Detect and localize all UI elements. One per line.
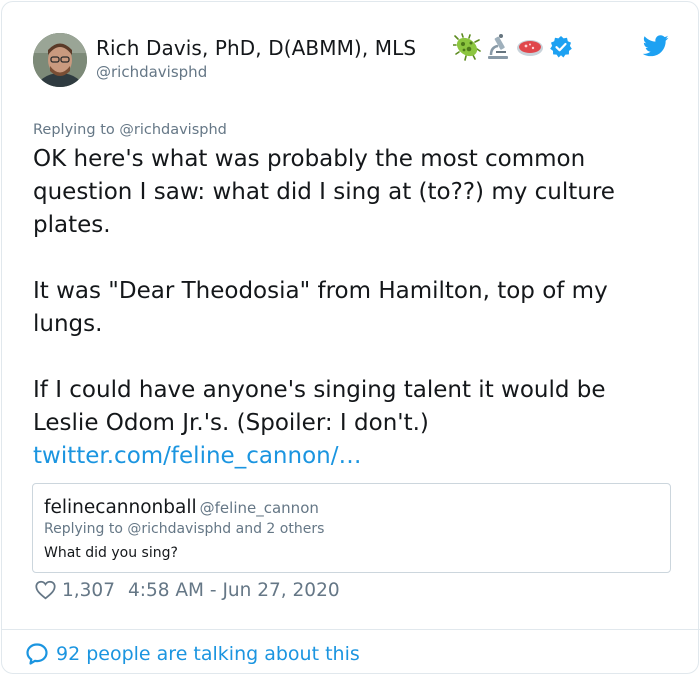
author-handle[interactable]: @richdavisphd [96,63,207,81]
tweet-card: Rich Davis, PhD, D(ABMM), MLS @richdavis… [1,1,700,674]
tweet-paragraph-2: It was "Dear Theodosia" from Hamilton, t… [33,278,608,337]
microbe-icon [453,33,481,61]
author-emojis [453,32,573,62]
tweet-text: OK here's what was probably the most com… [33,143,673,473]
talking-link[interactable]: 92 people are talking about this [25,641,360,667]
twitter-bird-icon[interactable] [643,35,669,57]
quoted-author: felinecannonball @feline_cannon [44,497,319,518]
talking-text[interactable]: 92 people are talking about this [56,643,360,665]
replying-to: Replying to @richdavisphd [33,122,227,138]
author-name[interactable]: Rich Davis, PhD, D(ABMM), MLS [96,36,416,60]
quoted-replying-to: Replying to @richdavisphd and 2 others [44,521,325,537]
quoted-author-name[interactable]: felinecannonball [44,497,197,518]
replying-to-handle-link[interactable]: @richdavisphd [119,122,227,138]
tweet-paragraph-3: If I could have anyone's singing talent … [33,374,673,473]
heart-icon[interactable] [35,580,56,600]
microscope-icon [488,34,508,59]
tweet-paragraph-3-text: If I could have anyone's singing talent … [33,377,606,436]
avatar[interactable] [33,33,87,87]
avatar-photo [33,33,87,87]
replying-prefix: Replying to [33,122,120,138]
quoted-author-handle[interactable]: @feline_cannon [200,499,319,517]
speech-bubble-icon [26,643,48,665]
quoted-tweet-link[interactable]: twitter.com/feline_cannon/… [33,443,361,469]
tweet-meta: 1,307 4:58 AM - Jun 27, 2020 [35,578,340,602]
footer-divider [2,629,700,630]
tweet-paragraph-1: OK here's what was probably the most com… [33,146,615,238]
tweet-timestamp[interactable]: 4:58 AM - Jun 27, 2020 [128,580,340,601]
petri-dish-icon [517,40,543,56]
quoted-tweet-text: What did you sing? [44,545,178,561]
verified-badge-icon [550,36,572,58]
like-count[interactable]: 1,307 [62,580,115,601]
quoted-tweet[interactable]: felinecannonball @feline_cannon Replying … [32,483,671,573]
